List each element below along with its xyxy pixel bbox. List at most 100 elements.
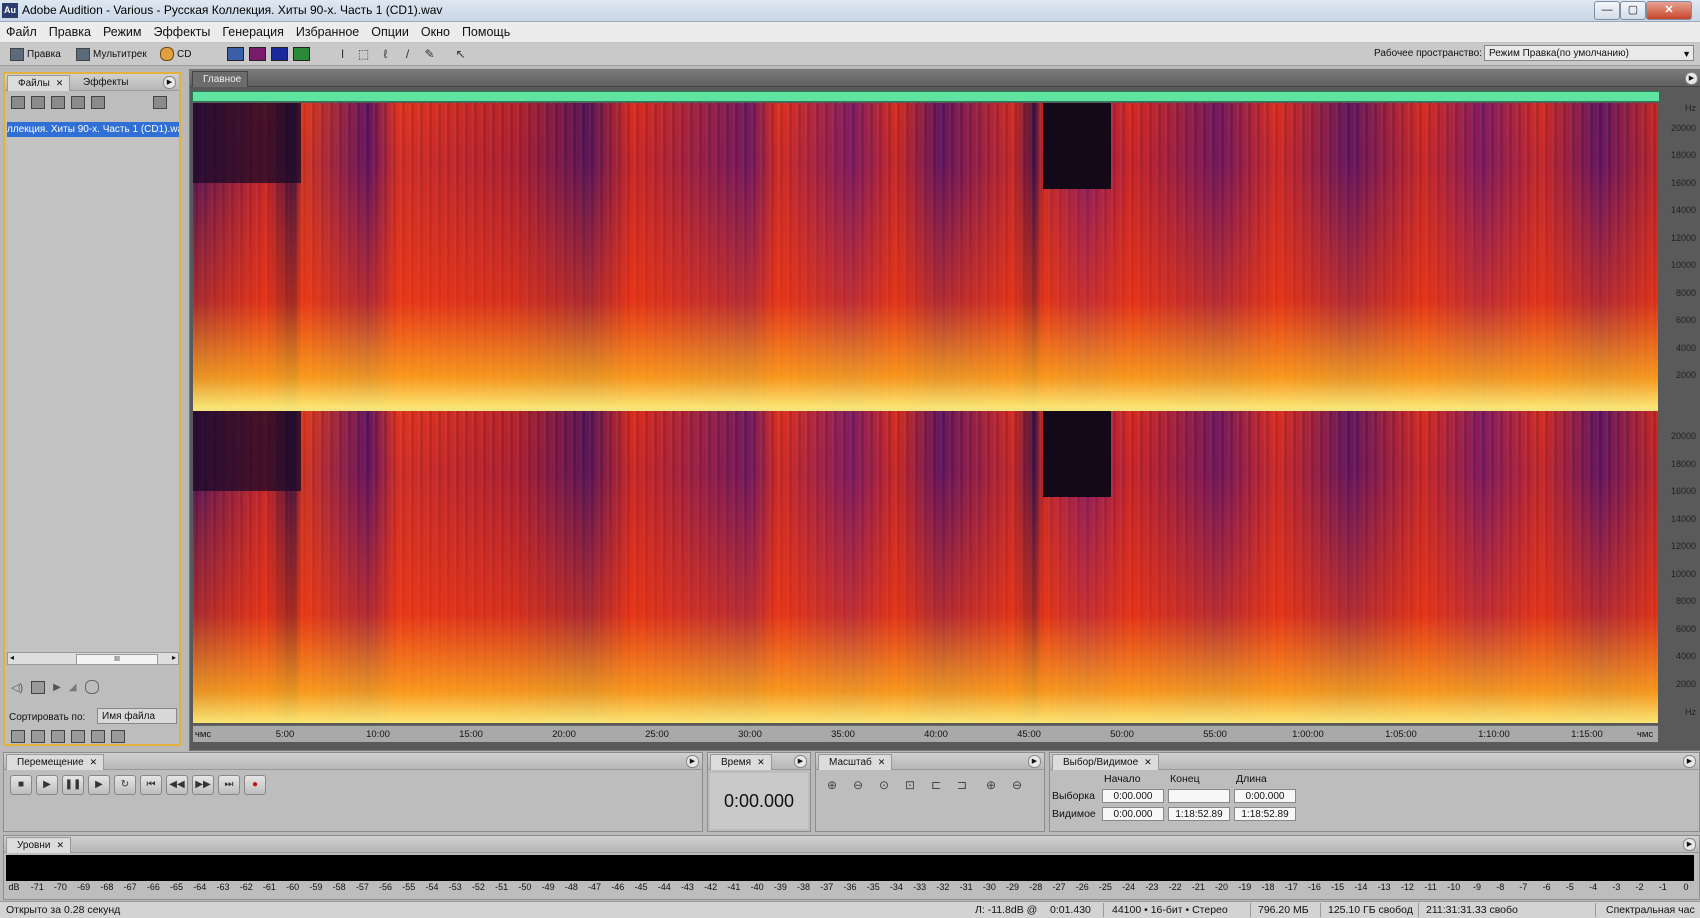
spectrogram-right-channel[interactable] [193, 411, 1658, 723]
waveform-view-icon[interactable] [227, 47, 244, 61]
row-selection-label: Выборка [1052, 790, 1095, 802]
close-button[interactable]: ✕ [1646, 1, 1692, 20]
loop-filter-icon[interactable] [31, 730, 45, 743]
time-ruler[interactable]: чмс 5:00 10:00 15:00 20:00 25:00 30:00 3… [193, 725, 1658, 742]
file-list-item[interactable]: ллекция. Хиты 90-х. Часть 1 (CD1).wav [7, 122, 179, 137]
insert-icon[interactable] [91, 96, 105, 109]
close-icon[interactable]: ✕ [878, 757, 886, 767]
phase-view-icon[interactable] [293, 47, 310, 61]
zoom-in-horizontal-icon[interactable]: ⊕ [822, 777, 842, 793]
cd-mode-button[interactable]: CD [160, 45, 191, 63]
sort-dropdown[interactable]: Имя файла [97, 708, 177, 724]
lasso-tool-icon[interactable]: ℓ [377, 46, 394, 62]
play-button[interactable]: ▶ [36, 775, 58, 795]
go-to-start-button[interactable]: ⏮ [140, 775, 162, 795]
close-icon[interactable]: ✕ [56, 78, 64, 88]
open-file-icon[interactable] [11, 96, 25, 109]
view-start-field[interactable]: 0:00.000 [1102, 807, 1164, 821]
view-end-field[interactable]: 1:18:52.89 [1168, 807, 1230, 821]
scroll-right-icon[interactable]: ▸ [172, 653, 176, 662]
spectral-view-icon[interactable] [249, 47, 266, 61]
maximize-button[interactable]: ▢ [1620, 1, 1646, 20]
stop-button[interactable]: ■ [10, 775, 32, 795]
close-icon[interactable]: ✕ [1144, 757, 1152, 767]
fast-forward-button[interactable]: ▶▶ [192, 775, 214, 795]
zoom-to-right-edge-icon[interactable]: ⊐ [952, 777, 972, 793]
loop-icon[interactable] [31, 680, 46, 694]
menu-favorites[interactable]: Избранное [290, 22, 365, 42]
menu-edit[interactable]: Правка [43, 22, 97, 42]
scrollbar-thumb[interactable]: III [76, 654, 158, 665]
record-button[interactable]: ● [244, 775, 266, 795]
play-icon[interactable]: ▶ [53, 682, 61, 693]
tab-selection-view[interactable]: Выбор/Видимое ✕ [1052, 754, 1159, 770]
spectrogram-left-channel[interactable] [193, 103, 1658, 408]
panel-menu-icon[interactable]: ▶ [163, 76, 176, 89]
panel-menu-icon[interactable]: ▶ [1683, 755, 1696, 768]
menu-generate[interactable]: Генерация [216, 22, 290, 42]
menu-options[interactable]: Опции [365, 22, 415, 42]
marquee-tool-icon[interactable]: ⬚ [355, 46, 372, 62]
files-horizontal-scrollbar[interactable]: ◂ III ▸ [7, 652, 179, 665]
zoom-to-selection-icon[interactable]: ⊡ [900, 777, 920, 793]
tab-zoom[interactable]: Масштаб ✕ [818, 754, 893, 770]
panel-menu-icon[interactable]: ▶ [1685, 72, 1698, 85]
tab-files[interactable]: Файлы ✕ [7, 75, 71, 91]
cd-filter-icon[interactable] [111, 730, 125, 743]
zoom-in-vertical-icon[interactable]: ⊕ [981, 777, 1001, 793]
audio-filter-icon[interactable] [11, 730, 25, 743]
menu-window[interactable]: Окно [415, 22, 456, 42]
multitrack-mode-button[interactable]: Мультитрек [76, 45, 147, 63]
spot-healing-tool-icon[interactable]: ✎ [421, 46, 438, 62]
tab-levels[interactable]: Уровни ✕ [6, 837, 71, 853]
rewind-button[interactable]: ◀◀ [166, 775, 188, 795]
close-file-icon[interactable] [31, 96, 45, 109]
zoom-out-vertical-icon[interactable]: ⊖ [1007, 777, 1027, 793]
menu-help[interactable]: Помощь [456, 22, 516, 42]
panel-menu-icon[interactable]: ▶ [686, 755, 699, 768]
scroll-left-icon[interactable]: ◂ [10, 653, 14, 662]
panel-menu-icon[interactable]: ▶ [794, 755, 807, 768]
full-path-icon[interactable] [91, 730, 105, 743]
menu-mode[interactable]: Режим [97, 22, 148, 42]
menu-effects[interactable]: Эффекты [148, 22, 217, 42]
export-icon[interactable] [71, 96, 85, 109]
play-to-end-button[interactable]: ▶ [88, 775, 110, 795]
hybrid-tool-icon[interactable]: ↖ [452, 46, 469, 62]
time-selection-tool-icon[interactable]: I [334, 46, 351, 62]
close-icon[interactable]: ✕ [90, 757, 98, 767]
panel-menu-icon[interactable]: ▶ [1683, 838, 1696, 851]
panel-menu-icon[interactable]: ▶ [1028, 755, 1041, 768]
tab-main[interactable]: Главное [192, 71, 249, 87]
tab-time[interactable]: Время ✕ [710, 754, 772, 770]
volume-icon[interactable]: ◢ [69, 682, 77, 693]
autoplay-icon[interactable] [84, 680, 99, 694]
go-to-end-button[interactable]: ⏭ [218, 775, 240, 795]
loop-button[interactable]: ↻ [114, 775, 136, 795]
tab-transport[interactable]: Перемещение ✕ [6, 754, 105, 770]
view-length-field[interactable]: 1:18:52.89 [1234, 807, 1296, 821]
pan-view-icon[interactable] [271, 47, 288, 61]
close-icon[interactable]: ✕ [757, 757, 765, 767]
zoom-to-left-edge-icon[interactable]: ⊏ [926, 777, 946, 793]
minimize-button[interactable]: — [1594, 1, 1620, 20]
close-icon[interactable]: ✕ [56, 840, 64, 850]
zoom-out-horizontal-icon[interactable]: ⊖ [848, 777, 868, 793]
brush-tool-icon[interactable]: / [399, 46, 416, 62]
selection-end-field[interactable] [1168, 789, 1230, 803]
files-options-icon[interactable] [153, 96, 167, 109]
selection-start-field[interactable]: 0:00.000 [1102, 789, 1164, 803]
zoom-out-full-icon[interactable]: ⊙ [874, 777, 894, 793]
edit-mode-button[interactable]: Правка [10, 45, 61, 63]
pause-button[interactable]: ❚❚ [62, 775, 84, 795]
level-scale-tick: -20 [1215, 882, 1229, 892]
workspace-dropdown[interactable]: Режим Правка(по умолчанию) ▼ [1484, 45, 1694, 61]
tab-effects[interactable]: Эффекты [73, 75, 134, 90]
midi-filter-icon[interactable] [71, 730, 85, 743]
overview-bar[interactable] [192, 91, 1660, 102]
video-filter-icon[interactable] [51, 730, 65, 743]
menu-file[interactable]: Файл [0, 22, 43, 42]
selection-length-field[interactable]: 0:00.000 [1234, 789, 1296, 803]
speaker-icon[interactable]: ◁) [11, 681, 23, 694]
import-icon[interactable] [51, 96, 65, 109]
